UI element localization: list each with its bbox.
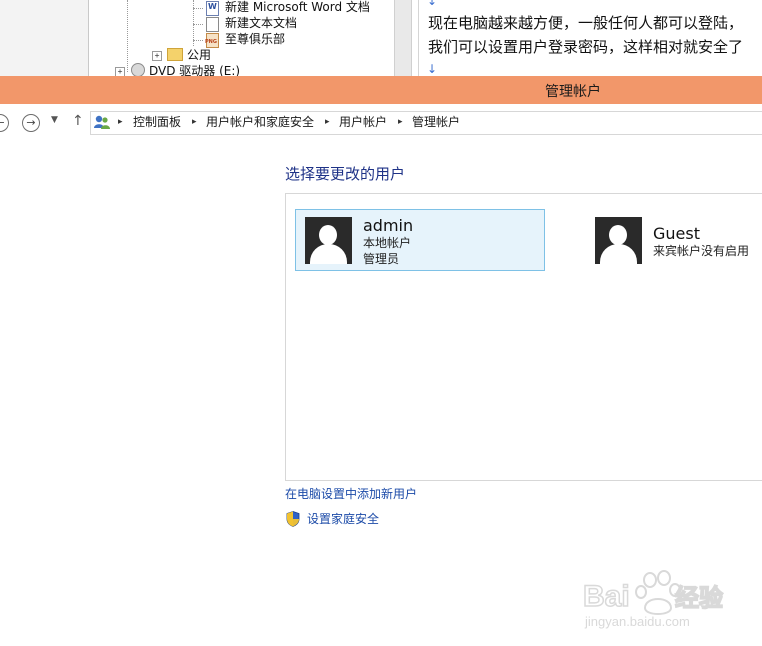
background-file-tree: 新建 Microsoft Word 文档 新建文本文档 至尊俱乐部 + 公用 +… — [0, 0, 418, 78]
tree-connector — [193, 40, 203, 41]
breadcrumb-separator-icon: ▸ — [192, 117, 197, 127]
arrow-down-icon: ↓ — [427, 62, 438, 76]
accounts-list: admin 本地帐户 管理员 Guest 来宾帐户没有启用 — [285, 193, 762, 481]
article-line: 现在电脑越来越方便，一般任何人都可以登陆， — [428, 14, 744, 32]
background-article: ↓ 现在电脑越来越方便，一般任何人都可以登陆， 我们可以设置用户登录密码，这样相… — [418, 0, 762, 76]
breadcrumb-user-accounts[interactable]: 用户帐户 — [339, 115, 387, 130]
navigation-bar: ← → ▼ ↑ ▸ 控制面板 ▸ 用户帐户和家庭安全 ▸ 用户帐户 ▸ 管理帐户 — [0, 104, 762, 140]
tree-scrollbar[interactable] — [394, 0, 412, 76]
user-avatar-icon — [305, 217, 352, 264]
recent-pages-chevron-icon[interactable]: ▼ — [51, 115, 58, 125]
dvd-drive-icon — [131, 63, 145, 77]
article-line: 我们可以设置用户登录密码，这样相对就安全了 — [428, 38, 744, 56]
account-tile-guest[interactable]: Guest 来宾帐户没有启用 — [585, 209, 762, 271]
breadcrumb-separator-icon: ▸ — [325, 117, 330, 127]
account-role: 管理员 — [363, 252, 400, 266]
account-status: 来宾帐户没有启用 — [653, 244, 750, 258]
account-name: admin — [363, 216, 414, 235]
window-titlebar[interactable]: 管理帐户 — [0, 76, 762, 104]
breadcrumb-separator-icon: ▸ — [398, 117, 403, 127]
page-heading: 选择要更改的用户 — [285, 165, 406, 183]
account-type: 本地帐户 — [363, 236, 412, 250]
breadcrumb-separator-icon: ▸ — [118, 117, 123, 127]
user-avatar-icon — [595, 217, 642, 264]
tree-connector — [193, 8, 203, 9]
control-panel-users-icon — [94, 115, 110, 129]
folder-icon — [167, 48, 183, 61]
window-title: 管理帐户 — [545, 84, 601, 100]
breadcrumb-control-panel[interactable]: 控制面板 — [133, 115, 181, 130]
expand-toggle-icon[interactable]: + — [152, 51, 162, 61]
back-button[interactable]: ← — [0, 114, 9, 132]
png-file-icon — [205, 33, 219, 48]
family-safety-link[interactable]: 设置家庭安全 — [307, 512, 379, 527]
tree-item-png[interactable]: 至尊俱乐部 — [225, 32, 285, 46]
manage-accounts-window: 管理帐户 ← → ▼ ↑ ▸ 控制面板 ▸ 用户帐户和家庭安全 ▸ 用户帐户 ▸… — [0, 76, 762, 646]
tree-left-pane — [0, 0, 89, 76]
arrow-down-icon: ↓ — [427, 0, 438, 8]
text-document-icon — [206, 17, 219, 32]
forward-button[interactable]: → — [22, 114, 40, 132]
tree-item-text-doc[interactable]: 新建文本文档 — [225, 16, 297, 30]
tree-connector — [193, 24, 203, 25]
word-document-icon — [206, 1, 219, 16]
uac-shield-icon — [286, 511, 300, 527]
breadcrumb-user-accounts-family[interactable]: 用户帐户和家庭安全 — [206, 115, 314, 130]
address-bar[interactable]: ▸ 控制面板 ▸ 用户帐户和家庭安全 ▸ 用户帐户 ▸ 管理帐户 — [90, 111, 762, 135]
breadcrumb-manage-accounts[interactable]: 管理帐户 — [412, 115, 460, 130]
tree-item-public[interactable]: 公用 — [187, 48, 211, 62]
account-tile-admin[interactable]: admin 本地帐户 管理员 — [295, 209, 545, 271]
add-new-user-link[interactable]: 在电脑设置中添加新用户 — [285, 487, 417, 502]
up-arrow-button[interactable]: ↑ — [72, 113, 84, 129]
account-name: Guest — [653, 224, 700, 243]
tree-item-word-doc[interactable]: 新建 Microsoft Word 文档 — [225, 0, 370, 14]
tree-connector — [127, 0, 128, 72]
